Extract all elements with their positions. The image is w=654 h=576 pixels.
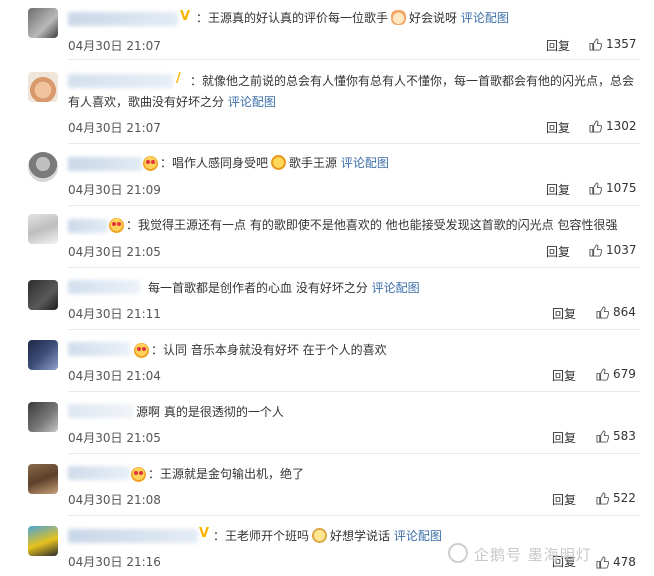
watermark: 企鹅号 墨海明灯 — [448, 543, 592, 565]
like-count: 1357 — [606, 37, 637, 51]
love-emoji-icon — [131, 467, 146, 482]
comment-time: 04月30日 21:09 — [68, 183, 161, 197]
thumbs-up-icon[interactable] — [596, 368, 609, 381]
vip-icon: V — [199, 526, 210, 541]
thumbs-up-icon[interactable] — [589, 182, 602, 195]
comment-text: ：王源就是金句输出机，绝了 — [148, 467, 305, 481]
like-count: 864 — [613, 305, 636, 319]
comment-item: ：王源就是金句输出机，绝了 04月30日 21:08 回复 522 — [0, 454, 654, 516]
comment-text: ：就像他之前说的总会有人懂你有总有人不懂你，每一首歌都会有他的闪光点，总会 — [190, 74, 635, 88]
reply-button[interactable]: 回复 — [546, 181, 570, 198]
comment-image-link[interactable]: 评论配图 — [461, 11, 509, 25]
comment-text-line2: 有人喜欢，歌曲没有好坏之分 评论配图 — [68, 95, 276, 109]
thumbs-up-icon[interactable] — [596, 492, 609, 505]
like-count: 522 — [613, 491, 636, 505]
comment-text: ：王源真的好认真的评价每一位歌手 好会说呀 评论配图 — [196, 10, 509, 25]
penguin-logo-icon — [448, 543, 468, 563]
comment-text: ：认同 音乐本身就没有好坏 在于个人的喜欢 — [151, 343, 387, 357]
comment-item: ：认同 音乐本身就没有好坏 在于个人的喜欢 04月30日 21:04 回复 67… — [0, 330, 654, 392]
avatar[interactable] — [28, 402, 58, 432]
username-blurred[interactable] — [68, 466, 130, 480]
avatar[interactable] — [28, 526, 58, 556]
like-count: 1075 — [606, 181, 637, 195]
comment-time: 04月30日 21:04 — [68, 369, 161, 383]
username-blurred[interactable] — [68, 529, 198, 543]
username-blurred[interactable] — [68, 280, 140, 294]
username-blurred[interactable] — [68, 219, 108, 233]
avatar[interactable] — [28, 280, 58, 310]
comment-item: ：我觉得王源还有一点 有的歌即使不是他喜欢的 他也能接受发现这首歌的闪光点 包容… — [0, 206, 654, 268]
comment-image-link[interactable]: 评论配图 — [372, 281, 420, 295]
thumbs-up-icon[interactable] — [589, 120, 602, 133]
like-count: 1302 — [606, 119, 637, 133]
comment-item: 源啊 真的是很透彻的一个人 04月30日 21:05 回复 583 — [0, 392, 654, 454]
comment-time: 04月30日 21:11 — [68, 307, 161, 321]
comment-item: ：唱作人感同身受吧 歌手王源 评论配图 04月30日 21:09 回复 1075 — [0, 144, 654, 206]
love-emoji-icon — [109, 218, 124, 233]
thumbs-up-icon[interactable] — [589, 244, 602, 257]
username-blurred[interactable] — [68, 74, 173, 88]
comment-text: ：王老师开个班吗 好想学说话 评论配图 — [213, 528, 442, 543]
like-count: 679 — [613, 367, 636, 381]
vip-icon: / — [176, 71, 181, 86]
like-count: 583 — [613, 429, 636, 443]
thumbs-up-icon[interactable] — [596, 306, 609, 319]
like-count: 1037 — [606, 243, 637, 257]
reply-button[interactable]: 回复 — [552, 491, 576, 508]
reply-button[interactable]: 回复 — [546, 119, 570, 136]
username-blurred[interactable] — [68, 342, 130, 356]
comment-time: 04月30日 21:05 — [68, 245, 161, 259]
avatar[interactable] — [28, 8, 58, 38]
like-count: 478 — [613, 555, 636, 569]
comment-text: ：我觉得王源还有一点 有的歌即使不是他喜欢的 他也能接受发现这首歌的闪光点 包容… — [126, 218, 618, 232]
thumbs-up-icon[interactable] — [596, 430, 609, 443]
comment-time: 04月30日 21:08 — [68, 493, 161, 507]
cheer-emoji-icon — [271, 155, 287, 170]
avatar[interactable] — [28, 152, 58, 182]
avatar[interactable] — [28, 72, 58, 102]
love-emoji-icon — [143, 156, 158, 171]
comment-time: 04月30日 21:07 — [68, 121, 161, 135]
comment-text: 源啊 真的是很透彻的一个人 — [136, 405, 284, 419]
comment-image-link[interactable]: 评论配图 — [341, 156, 389, 170]
reply-button[interactable]: 回复 — [552, 429, 576, 446]
love-emoji-icon — [134, 343, 149, 358]
comment-time: 04月30日 21:16 — [68, 555, 161, 569]
comment-image-link[interactable]: 评论配图 — [228, 95, 276, 109]
comment-item: / ：就像他之前说的总会有人懂你有总有人不懂你，每一首歌都会有他的闪光点，总会 … — [0, 60, 654, 144]
sleepy-emoji-icon — [312, 528, 328, 543]
comment-item: 每一首歌都是创作者的心血 没有好坏之分 评论配图 04月30日 21:11 回复… — [0, 268, 654, 330]
username-blurred[interactable] — [68, 157, 142, 171]
comment-time: 04月30日 21:07 — [68, 39, 161, 53]
reply-button[interactable]: 回复 — [552, 305, 576, 322]
reply-button[interactable]: 回复 — [546, 37, 570, 54]
username-blurred[interactable] — [68, 404, 134, 418]
avatar[interactable] — [28, 340, 58, 370]
username-blurred[interactable] — [68, 12, 178, 26]
reply-button[interactable]: 回复 — [552, 367, 576, 384]
avatar[interactable] — [28, 464, 58, 494]
reply-button[interactable]: 回复 — [546, 243, 570, 260]
comment-image-link[interactable]: 评论配图 — [394, 529, 442, 543]
comment-text: 每一首歌都是创作者的心血 没有好坏之分 评论配图 — [148, 281, 420, 295]
comment-item: V ：王源真的好认真的评价每一位歌手 好会说呀 评论配图 04月30日 21:07… — [0, 0, 654, 60]
comment-text: ：唱作人感同身受吧 歌手王源 评论配图 — [160, 155, 389, 170]
avatar[interactable] — [28, 214, 58, 244]
vip-icon: V — [180, 9, 191, 24]
heart-cat-emoji-icon — [391, 10, 407, 25]
thumbs-up-icon[interactable] — [589, 38, 602, 51]
thumbs-up-icon[interactable] — [596, 556, 609, 569]
comment-time: 04月30日 21:05 — [68, 431, 161, 445]
